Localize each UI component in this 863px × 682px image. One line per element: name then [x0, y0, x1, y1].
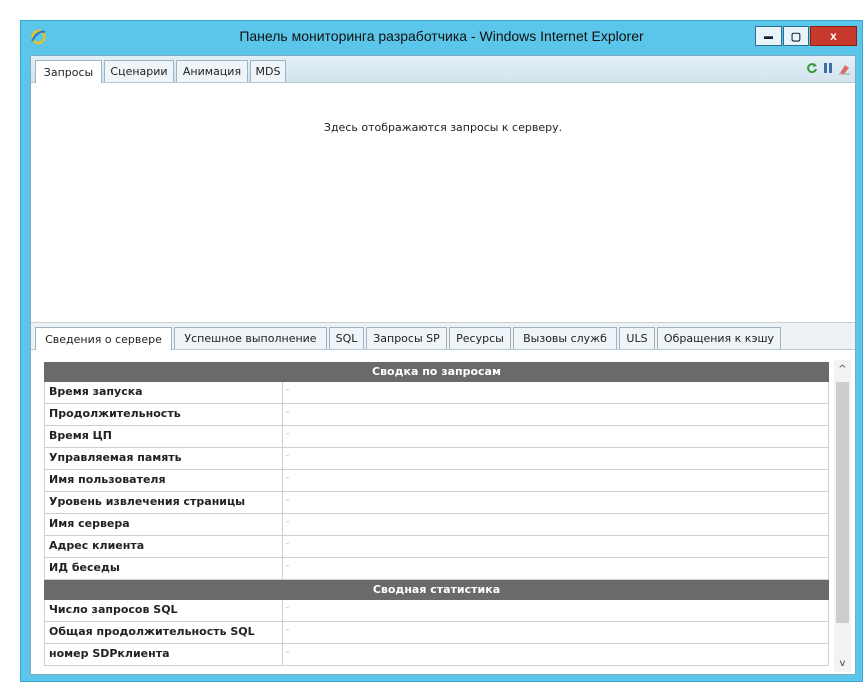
- table-row: Управляемая память -: [44, 448, 829, 470]
- chevron-down-icon: v: [839, 657, 846, 669]
- table-row: Адрес клиента -: [44, 536, 829, 558]
- tab-label: Анимация: [182, 65, 242, 78]
- table-row: Продолжительность -: [44, 404, 829, 426]
- row-label: Адрес клиента: [49, 539, 145, 552]
- tab-resources[interactable]: Ресурсы: [449, 327, 511, 349]
- row-value: -: [286, 539, 290, 549]
- section-header-label: Сводка по запросам: [372, 365, 501, 378]
- refresh-icon[interactable]: [805, 61, 819, 75]
- window-title: Панель мониторинга разработчика - Window…: [239, 28, 644, 44]
- tab-label: Вызовы служб: [523, 332, 607, 345]
- minimize-button[interactable]: ▬: [755, 26, 782, 46]
- title-bar[interactable]: Панель мониторинга разработчика - Window…: [21, 21, 862, 53]
- minimize-icon: ▬: [764, 31, 773, 41]
- row-value: -: [286, 561, 290, 571]
- row-value: -: [286, 385, 290, 395]
- row-value: -: [286, 647, 290, 657]
- chevron-up-icon: ^: [838, 363, 847, 375]
- row-value: -: [286, 473, 290, 483]
- row-value: -: [286, 451, 290, 461]
- toolbar-actions: [805, 61, 851, 75]
- close-button[interactable]: x: [810, 26, 857, 46]
- table-row: Число запросов SQL -: [44, 600, 829, 622]
- row-label: Управляемая память: [49, 451, 182, 464]
- table-row: Имя пользователя -: [44, 470, 829, 492]
- row-label: ИД беседы: [49, 561, 120, 574]
- top-tab-bar: Запросы Сценарии Анимация MDS: [31, 56, 855, 83]
- tab-cache-calls[interactable]: Обращения к кэшу: [657, 327, 781, 349]
- row-value: -: [286, 429, 290, 439]
- table-row: ИД беседы -: [44, 558, 829, 580]
- row-label: Время запуска: [49, 385, 143, 398]
- tab-label: Сведения о сервере: [45, 332, 162, 346]
- row-label: Продолжительность: [49, 407, 181, 420]
- dashboard-content: Запросы Сценарии Анимация MDS Здесь отоб…: [30, 55, 856, 675]
- tab-label: ULS: [626, 332, 648, 345]
- row-label: Имя сервера: [49, 517, 130, 530]
- browser-window: Панель мониторинга разработчика - Window…: [20, 20, 863, 682]
- tab-mds[interactable]: MDS: [250, 60, 286, 82]
- clear-icon[interactable]: [837, 61, 851, 75]
- tab-successful-execution[interactable]: Успешное выполнение: [174, 327, 327, 349]
- row-label: Имя пользователя: [49, 473, 166, 486]
- tab-requests[interactable]: Запросы: [35, 60, 102, 83]
- server-info-grid: Сводка по запросам Время запуска - Продол…: [44, 362, 829, 666]
- row-label: Уровень извлечения страницы: [49, 495, 246, 508]
- scroll-down-button[interactable]: v: [834, 654, 851, 672]
- tab-label: Ресурсы: [456, 332, 504, 345]
- tab-sp-requests[interactable]: Запросы SP: [366, 327, 447, 349]
- tab-animation[interactable]: Анимация: [176, 60, 248, 82]
- table-row: Время запуска -: [44, 382, 829, 404]
- table-row: Общая продолжительность SQL -: [44, 622, 829, 644]
- maximize-icon: ▢: [790, 30, 802, 43]
- section-header: Сводка по запросам: [44, 362, 829, 382]
- row-value: -: [286, 603, 290, 613]
- maximize-button[interactable]: ▢: [783, 26, 809, 46]
- table-row: Время ЦП -: [44, 426, 829, 448]
- row-label: номер SDPклиента: [49, 647, 170, 660]
- bottom-tab-bar: Сведения о сервере Успешное выполнение S…: [31, 322, 855, 350]
- row-value: -: [286, 625, 290, 635]
- requests-placeholder-message: Здесь отображаются запросы к серверу.: [323, 121, 563, 134]
- section-header: Сводная статистика: [44, 580, 829, 600]
- row-label: Общая продолжительность SQL: [49, 625, 255, 638]
- row-value: -: [286, 407, 290, 417]
- tab-server-info[interactable]: Сведения о сервере: [35, 327, 172, 350]
- tab-label: Запросы: [43, 65, 94, 79]
- tab-sql[interactable]: SQL: [329, 327, 364, 349]
- close-icon: x: [830, 29, 837, 43]
- tab-label: Запросы SP: [373, 332, 440, 345]
- scroll-thumb[interactable]: [836, 382, 849, 623]
- tab-service-calls[interactable]: Вызовы служб: [513, 327, 617, 349]
- tab-label: MDS: [255, 65, 281, 78]
- row-value: -: [286, 495, 290, 505]
- table-row: номер SDPклиента -: [44, 644, 829, 666]
- scroll-up-button[interactable]: ^: [834, 360, 851, 378]
- tab-label: Сценарии: [110, 65, 168, 78]
- tab-label: SQL: [335, 332, 358, 345]
- table-row: Имя сервера -: [44, 514, 829, 536]
- tab-label: Обращения к кэшу: [663, 332, 775, 345]
- tab-uls[interactable]: ULS: [619, 327, 655, 349]
- section-header-label: Сводная статистика: [372, 583, 501, 596]
- row-label: Время ЦП: [49, 429, 113, 442]
- tab-label: Успешное выполнение: [184, 332, 317, 345]
- row-label: Число запросов SQL: [49, 603, 178, 616]
- row-value: -: [286, 517, 290, 527]
- pause-icon[interactable]: [821, 61, 835, 75]
- tab-scripts[interactable]: Сценарии: [104, 60, 174, 82]
- table-row: Уровень извлечения страницы -: [44, 492, 829, 514]
- vertical-scrollbar[interactable]: ^ v: [834, 360, 851, 672]
